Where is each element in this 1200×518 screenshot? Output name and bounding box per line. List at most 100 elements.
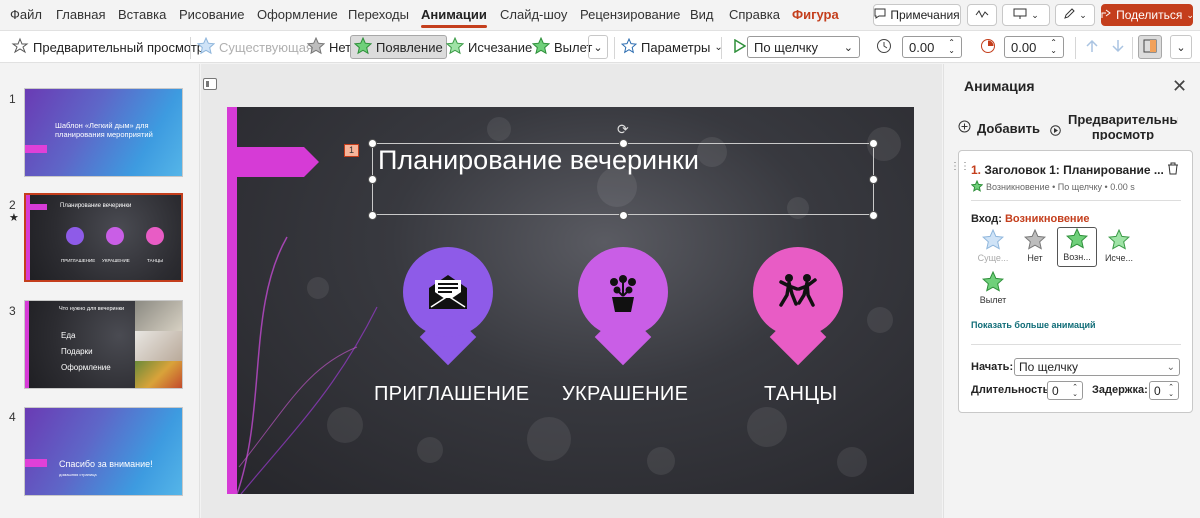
duration-stepper[interactable]: 0.00 ⌃ ⌄ xyxy=(902,36,962,58)
effect-existing[interactable]: Существующая xyxy=(194,35,316,59)
resize-handle[interactable] xyxy=(869,139,878,148)
resize-handle[interactable] xyxy=(368,175,377,184)
spin-icon: ⌃ ⌄ xyxy=(1072,383,1078,398)
accent-arrow xyxy=(25,145,47,153)
star-icon xyxy=(981,228,1005,253)
pin-icon xyxy=(66,227,84,245)
slide-thumbnail-2[interactable]: Планирование вечеринки ПРИГЛАШЕНИЕ УКРАШ… xyxy=(24,193,183,282)
menu-design[interactable]: Оформление xyxy=(257,7,338,22)
collapse-thumbnails-button[interactable] xyxy=(203,78,217,90)
menu-help[interactable]: Справка xyxy=(729,7,780,22)
share-icon xyxy=(1100,8,1112,22)
animation-order-tag[interactable]: 1 xyxy=(344,144,359,157)
resize-handle[interactable] xyxy=(869,175,878,184)
chevron-down-icon: ⌄ xyxy=(1176,41,1186,54)
menu-slideshow[interactable]: Слайд-шоу xyxy=(500,7,567,22)
effect-existing-label: Существующая xyxy=(219,39,313,55)
effect-none-tile[interactable]: Нет xyxy=(1015,228,1055,269)
pane-start-value: По щелчку xyxy=(1019,360,1079,374)
star-icon xyxy=(970,179,984,194)
present-button[interactable]: ⌄ xyxy=(1002,4,1050,26)
animation-item-title: Заголовок 1: Планирование ... xyxy=(984,163,1164,177)
effect-appear-tile[interactable]: Возн... xyxy=(1057,227,1097,267)
pane-start-dropdown[interactable]: По щелчку ⌄ xyxy=(1014,358,1180,376)
resize-handle[interactable] xyxy=(368,211,377,220)
menu-insert[interactable]: Вставка xyxy=(118,7,166,22)
resize-handle[interactable] xyxy=(368,139,377,148)
drag-handle-icon[interactable]: ⋮⋮ xyxy=(950,161,970,172)
photo-decor xyxy=(135,361,182,388)
comments-button[interactable]: Примечания xyxy=(873,4,961,26)
slide-2-title: Планирование вечеринки xyxy=(60,203,132,209)
share-button[interactable]: Поделиться ⌄ xyxy=(1100,4,1194,26)
divider xyxy=(1075,37,1076,59)
editing-mode-button[interactable]: ⌄ xyxy=(1055,4,1095,26)
divider xyxy=(190,37,191,59)
slide-thumbnail-1[interactable]: Шаблон «Легкий дым» для планирования мер… xyxy=(24,88,183,177)
chevron-down-icon: ⌄ xyxy=(1186,9,1194,20)
menu-view[interactable]: Вид xyxy=(690,7,714,22)
clock-icon xyxy=(876,38,892,57)
effect-none[interactable]: Нет xyxy=(304,35,354,59)
share-label: Поделиться xyxy=(1116,8,1183,22)
divider xyxy=(614,37,615,59)
slide-thumbnail-3[interactable]: Что нужно для вечеринки Еда Подарки Офор… xyxy=(24,300,183,389)
dancers-icon xyxy=(753,247,843,337)
animation-item-card[interactable]: ⋮⋮ 1. Заголовок 1: Планирование ... Возн… xyxy=(950,150,1193,413)
menu-draw[interactable]: Рисование xyxy=(179,7,244,22)
entry-label: Вход: xyxy=(971,213,1002,225)
menu-transitions[interactable]: Переходы xyxy=(348,7,409,22)
pane-duration-value: 0 xyxy=(1052,383,1059,398)
dance-pin xyxy=(753,247,843,366)
trash-icon[interactable] xyxy=(1167,162,1179,178)
slide-thumbnails-panel: 1 Шаблон «Легкий дым» для планирования м… xyxy=(0,64,200,518)
catchup-button[interactable] xyxy=(967,4,997,26)
effect-fade[interactable]: Исчезание xyxy=(443,35,535,59)
animation-item-subtitle: Возникновение • По щелчку • 0.00 s xyxy=(986,182,1135,192)
effect-appear[interactable]: Появление xyxy=(350,35,447,59)
present-icon xyxy=(1013,8,1027,23)
preview-button[interactable]: Предварительный просмотр xyxy=(8,35,207,59)
effect-options-button[interactable]: Параметры ⌄ xyxy=(618,35,726,59)
effects-gallery-expand[interactable]: ⌄ xyxy=(588,35,608,59)
pane-duration-stepper[interactable]: 0 ⌃ ⌄ xyxy=(1047,381,1083,400)
pane-title: Анимация xyxy=(964,78,1035,94)
slide[interactable]: 1 Планирование вечеринки ⟳ ПРИГЛАШЕНИЕ У… xyxy=(227,107,914,494)
animation-pane-button[interactable] xyxy=(1138,35,1162,59)
start-dropdown[interactable]: По щелчку ⌄ xyxy=(747,36,860,58)
menu-shape[interactable]: Фигура xyxy=(792,7,839,22)
spin-icon: ⌃ ⌄ xyxy=(948,38,955,55)
resize-handle[interactable] xyxy=(619,211,628,220)
effect-fly[interactable]: Вылет xyxy=(529,35,595,59)
start-dropdown-value: По щелчку xyxy=(754,39,818,55)
add-animation-button[interactable]: Добавить xyxy=(958,120,1040,136)
resize-handle[interactable] xyxy=(869,211,878,220)
slide-4-subtitle: домашняя страница xyxy=(59,472,97,477)
effect-fly-tile[interactable]: Вылет xyxy=(973,270,1013,311)
more-animations-link[interactable]: Показать больше анимаций xyxy=(971,320,1096,330)
menu-review[interactable]: Рецензирование xyxy=(580,7,680,22)
slide-thumbnail-4[interactable]: Спасибо за внимание! домашняя страница xyxy=(24,407,183,496)
ribbon-expand-button[interactable]: ⌄ xyxy=(1170,35,1192,59)
slide-caption-dance: ТАНЦЫ xyxy=(764,383,838,405)
effect-existing-tile[interactable]: Суще... xyxy=(973,228,1013,269)
play-circle-icon xyxy=(1050,124,1061,139)
close-icon[interactable]: ✕ xyxy=(1172,76,1187,97)
panel-icon xyxy=(206,81,209,87)
star-icon xyxy=(981,270,1005,295)
resize-handle[interactable] xyxy=(619,139,628,148)
move-earlier-button[interactable] xyxy=(1082,35,1102,59)
menu-home[interactable]: Главная xyxy=(56,7,105,22)
delay-icon-wrap xyxy=(977,35,999,59)
rotate-handle-icon[interactable]: ⟳ xyxy=(617,121,629,138)
pane-preview-button[interactable]: Предварительный просмотр xyxy=(1068,112,1178,140)
menu-file[interactable]: Файл xyxy=(10,7,42,22)
effect-fade-tile[interactable]: Исче... xyxy=(1099,228,1139,269)
pane-delay-stepper[interactable]: 0 ⌃ ⌄ xyxy=(1149,381,1179,400)
move-later-button[interactable] xyxy=(1108,35,1128,59)
slide-caption-invitation: ПРИГЛАШЕНИЕ xyxy=(374,383,530,405)
delay-stepper[interactable]: 0.00 ⌃ ⌄ xyxy=(1004,36,1064,58)
animation-item-subtitle-row: Возникновение • По щелчку • 0.00 s xyxy=(970,179,1135,194)
slide-title[interactable]: Планирование вечеринки xyxy=(378,145,699,176)
menu-animations[interactable]: Анимации xyxy=(421,7,487,28)
